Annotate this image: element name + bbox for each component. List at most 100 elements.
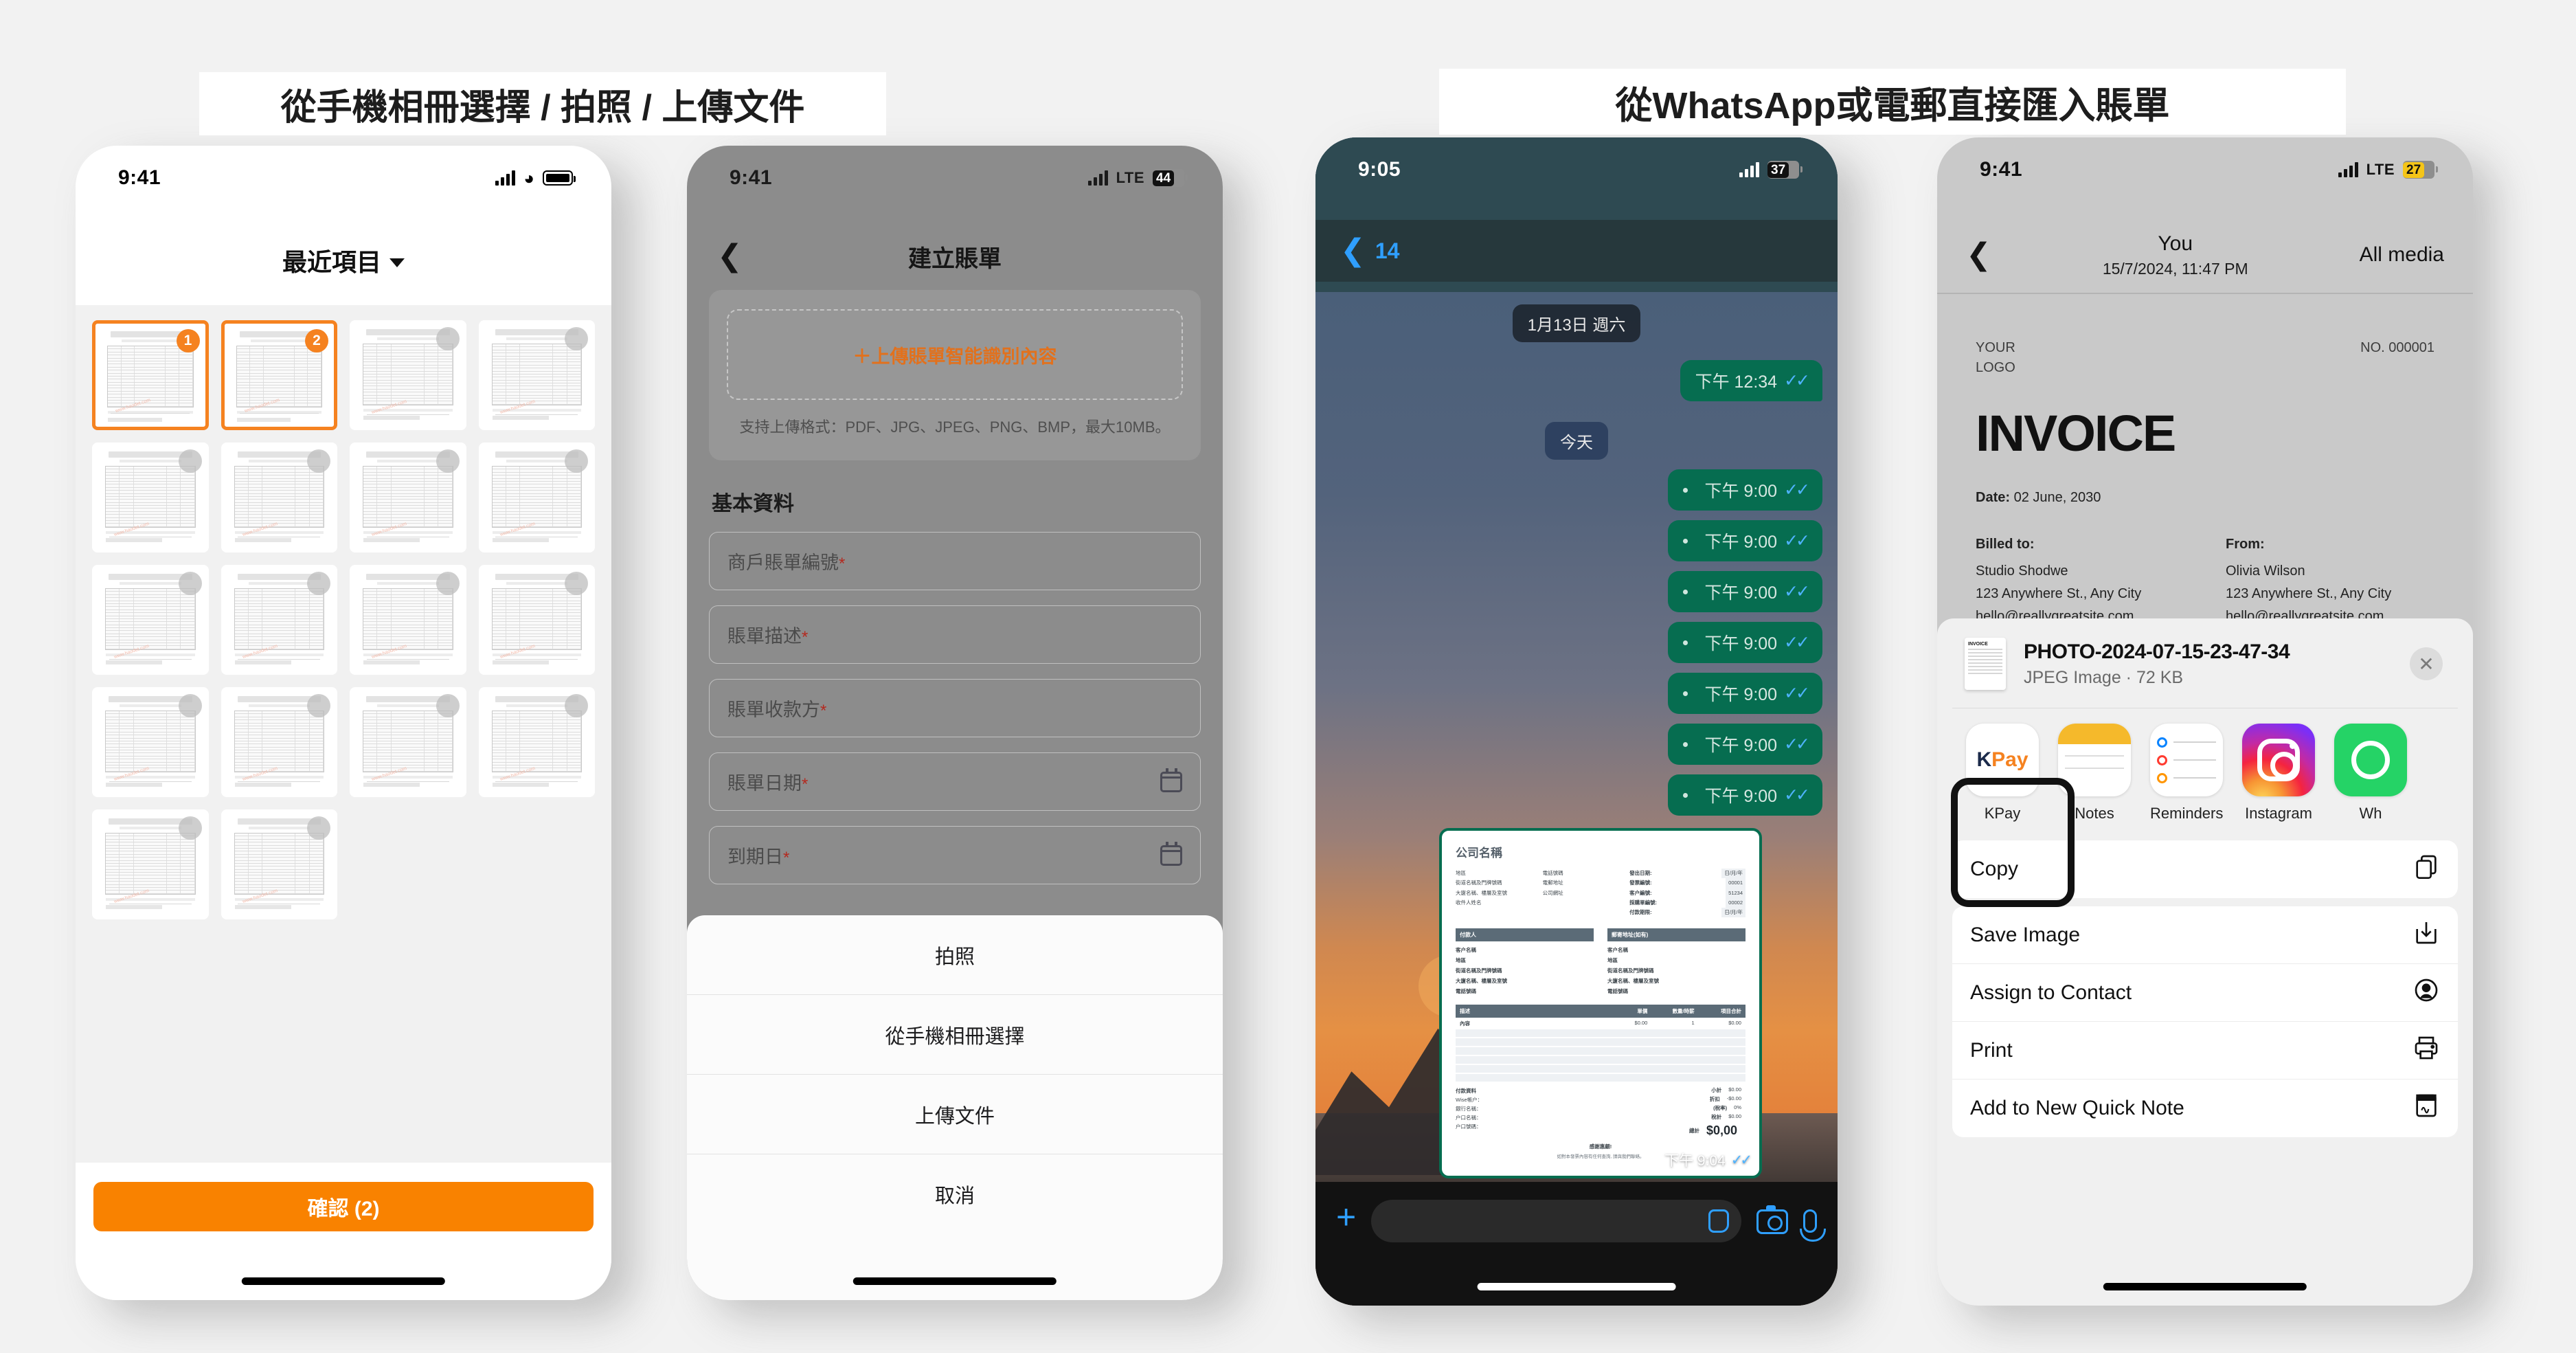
selection-badge[interactable] — [436, 449, 460, 473]
form-field-到期日[interactable]: 到期日* — [709, 826, 1201, 884]
chat-bubble[interactable]: 下午 12:34 ✓✓ — [1680, 360, 1822, 401]
microphone-icon[interactable] — [1800, 1209, 1826, 1242]
save-image-icon — [2413, 919, 2440, 952]
contact-icon — [2413, 976, 2440, 1009]
whatsapp-icon — [2334, 724, 2407, 796]
action-sheet-item[interactable]: 取消 — [687, 1154, 1223, 1234]
selection-badge[interactable] — [565, 449, 588, 473]
confirm-button[interactable]: 確認 (2) — [93, 1182, 594, 1231]
upload-button[interactable]: ＋上傳賬單智能識別內容 — [727, 309, 1183, 400]
photo-thumbnail[interactable]: www.haodet.com — [478, 320, 595, 430]
photo-thumbnail[interactable]: www.haodet.com — [221, 565, 337, 675]
invoice-totals: 小計 $0.00 折扣 -$0.00 (稅率) 0% 稅計 $0.00 — [1601, 1086, 1745, 1121]
selection-badge[interactable] — [565, 572, 588, 595]
share-app-wh[interactable]: Wh — [2334, 724, 2407, 823]
share-app-kpay[interactable]: K Pay KPay — [1966, 724, 2039, 823]
calendar-icon[interactable] — [1160, 768, 1182, 792]
photo-thumbnail[interactable]: www.haodet.com — [350, 443, 466, 552]
app-label: Instagram — [2245, 805, 2312, 822]
photo-grid[interactable]: www.haodet.com 1 www.haodet.com 2 www.haodet… — [76, 305, 611, 1163]
photo-thumbnail[interactable]: www.haodet.com — [92, 565, 209, 675]
photo-thumbnail[interactable]: www.haodet.com — [478, 687, 595, 797]
chevron-down-icon — [389, 258, 405, 267]
status-indicators: LTE 27 — [2338, 161, 2438, 179]
file-thumbnail: INVOICE — [1965, 638, 2006, 690]
close-icon[interactable]: ✕ — [2410, 647, 2443, 680]
chevron-left-icon[interactable]: ❮ — [1966, 240, 1991, 270]
chat-bubble[interactable]: 下午 9:00 ✓✓ — [1668, 571, 1822, 612]
whatsapp-nav-bar: ❮ 14 — [1315, 220, 1838, 282]
photo-thumbnail[interactable]: www.haodet.com — [350, 565, 466, 675]
photo-thumbnail[interactable]: www.haodet.com — [478, 443, 595, 552]
selection-badge[interactable]: 2 — [305, 329, 328, 353]
photo-thumbnail[interactable]: www.haodet.com — [221, 687, 337, 797]
selection-badge[interactable] — [565, 694, 588, 717]
plus-icon[interactable]: + — [1336, 1200, 1356, 1234]
selection-badge[interactable] — [436, 572, 460, 595]
message-input[interactable] — [1371, 1200, 1741, 1242]
share-app-notes[interactable]: Notes — [2058, 724, 2131, 823]
field-label: 賬單描述* — [727, 626, 809, 647]
form-field-賬單描述[interactable]: 賬單描述* — [709, 605, 1201, 664]
share-app-reminders[interactable]: Reminders — [2150, 724, 2223, 823]
nav-divider — [1937, 293, 2473, 294]
share-action-print[interactable]: Print — [1952, 1022, 2458, 1080]
form-field-賬單收款方[interactable]: 賬單收款方* — [709, 679, 1201, 737]
sticker-icon[interactable] — [1708, 1209, 1729, 1233]
all-media-button[interactable]: All media — [2360, 243, 2444, 267]
selection-badge[interactable]: 1 — [176, 329, 200, 353]
share-app-row[interactable]: K Pay KPay Notes Reminders Instagram Wh — [1952, 708, 2458, 832]
share-app-instagram[interactable]: Instagram — [2242, 724, 2315, 823]
selection-badge[interactable] — [178, 694, 202, 717]
share-action-save-image[interactable]: Save Image — [1952, 906, 2458, 964]
file-name: PHOTO-2024-07-15-23-47-34 — [2024, 640, 2290, 663]
nav-subtitle: 15/7/2024, 11:47 PM — [2102, 259, 2248, 278]
selection-badge[interactable] — [565, 327, 588, 350]
photo-thumbnail[interactable]: www.haodet.com — [221, 443, 337, 552]
form-field-賬單日期[interactable]: 賬單日期* — [709, 752, 1201, 811]
action-label: Print — [1970, 1038, 2013, 1062]
selection-badge[interactable] — [436, 327, 460, 350]
camera-icon[interactable] — [1756, 1205, 1788, 1234]
action-sheet-item[interactable]: 從手機相冊選擇 — [687, 995, 1223, 1075]
selection-badge[interactable] — [307, 572, 330, 595]
selection-badge[interactable] — [307, 694, 330, 717]
chat-bubble[interactable]: 下午 9:00 ✓✓ — [1668, 622, 1822, 663]
read-ticks-icon: ✓✓ — [1784, 480, 1810, 500]
photo-thumbnail[interactable]: www.haodet.com — [350, 687, 466, 797]
calendar-icon[interactable] — [1160, 841, 1182, 866]
share-action-assign-to-contact[interactable]: Assign to Contact — [1952, 964, 2458, 1022]
chat-bubble[interactable]: 下午 9:00 ✓✓ — [1668, 724, 1822, 765]
share-action-add-to-new-quick-note[interactable]: Add to New Quick Note — [1952, 1080, 2458, 1137]
selection-badge[interactable] — [178, 816, 202, 840]
action-sheet-item[interactable]: 上傳文件 — [687, 1075, 1223, 1154]
photo-thumbnail[interactable]: www.haodet.com — [92, 687, 209, 797]
selection-badge[interactable] — [307, 449, 330, 473]
chat-bubble[interactable]: 下午 9:00 ✓✓ — [1668, 673, 1822, 714]
album-selector[interactable]: 最近項目 — [76, 223, 611, 298]
photo-thumbnail[interactable]: www.haodet.com — [478, 565, 595, 675]
action-sheet-item[interactable]: 拍照 — [687, 915, 1223, 995]
photo-thumbnail[interactable]: www.haodet.com — [92, 809, 209, 919]
chat-bubble[interactable]: 下午 9:00 ✓✓ — [1668, 469, 1822, 511]
phone1-screen: 9:41 ◕ 最近項目 www.haodet.com 1 www.haodet.co… — [76, 146, 611, 1300]
form-field-商戶賬單編號[interactable]: 商戶賬單編號* — [709, 532, 1201, 590]
photo-thumbnail[interactable]: www.haodet.com 2 — [221, 320, 337, 430]
chat-bubble[interactable]: 下午 9:00 ✓✓ — [1668, 520, 1822, 561]
chevron-left-icon[interactable]: ❮ — [1340, 236, 1366, 266]
invoice-message-image[interactable]: 公司名稱 地區 街道名稱及門牌號碼 大廈名稱、樓層及室號 收件人姓名 電話號碼 電郵地址… — [1439, 828, 1762, 1178]
selection-badge[interactable] — [307, 816, 330, 840]
photo-thumbnail[interactable]: www.haodet.com — [92, 443, 209, 552]
selection-badge[interactable] — [178, 449, 202, 473]
photo-thumbnail[interactable]: www.haodet.com 1 — [92, 320, 209, 430]
phone-create-bill: 9:41 LTE 44 ❮ 建立賬單 ＋上傳賬單智能識別內容 支持上傳格式：PD… — [687, 146, 1223, 1300]
share-action-copy[interactable]: Copy — [1952, 840, 2458, 898]
selection-badge[interactable] — [178, 572, 202, 595]
photo-thumbnail[interactable]: www.haodet.com — [350, 320, 466, 430]
nav-title-block: You 15/7/2024, 11:47 PM — [1991, 230, 2360, 280]
chevron-left-icon[interactable]: ❮ — [717, 241, 743, 271]
photo-thumbnail[interactable]: www.haodet.com — [221, 809, 337, 919]
read-ticks-icon: ✓✓ — [1784, 531, 1810, 550]
selection-badge[interactable] — [436, 694, 460, 717]
chat-bubble[interactable]: 下午 9:00 ✓✓ — [1668, 774, 1822, 816]
